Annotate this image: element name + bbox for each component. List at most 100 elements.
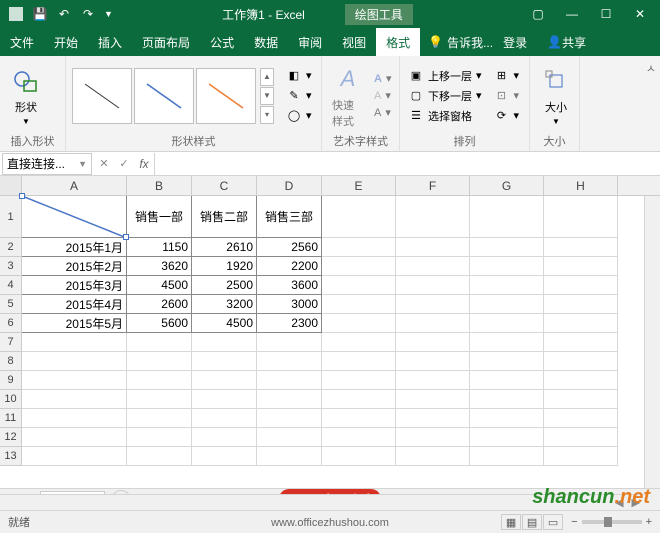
cell[interactable] <box>396 257 470 276</box>
cell[interactable] <box>396 390 470 409</box>
tab-layout[interactable]: 页面布局 <box>132 28 200 56</box>
view-pagebreak-icon[interactable]: ▭ <box>543 514 563 530</box>
tab-review[interactable]: 审阅 <box>288 28 332 56</box>
shape-style-3[interactable] <box>196 68 256 124</box>
cell[interactable]: 2015年3月 <box>22 276 127 295</box>
cell[interactable] <box>22 409 127 428</box>
row-header[interactable]: 9 <box>0 371 22 390</box>
cell[interactable] <box>544 295 618 314</box>
col-header-f[interactable]: F <box>396 176 470 195</box>
cell[interactable] <box>470 352 544 371</box>
tab-data[interactable]: 数据 <box>244 28 288 56</box>
cell[interactable] <box>544 314 618 333</box>
row-header[interactable]: 12 <box>0 428 22 447</box>
shape-style-1[interactable] <box>72 68 132 124</box>
cell[interactable] <box>470 447 544 466</box>
cell[interactable] <box>544 352 618 371</box>
cell[interactable]: 销售一部 <box>127 196 192 238</box>
cell[interactable] <box>192 333 257 352</box>
cell[interactable] <box>192 428 257 447</box>
cell[interactable] <box>396 238 470 257</box>
cell[interactable] <box>544 447 618 466</box>
cell[interactable]: 3620 <box>127 257 192 276</box>
row-header[interactable]: 10 <box>0 390 22 409</box>
cell[interactable] <box>322 196 396 238</box>
cell[interactable]: 2610 <box>192 238 257 257</box>
col-header-e[interactable]: E <box>322 176 396 195</box>
cell[interactable]: 2200 <box>257 257 322 276</box>
qat-dropdown-icon[interactable]: ▼ <box>104 9 113 19</box>
cell[interactable] <box>322 352 396 371</box>
cell[interactable] <box>192 371 257 390</box>
name-box[interactable]: 直接连接...▼ <box>2 153 92 175</box>
col-header-d[interactable]: D <box>257 176 322 195</box>
signin-button[interactable]: 登录 <box>493 28 537 56</box>
cell[interactable] <box>322 314 396 333</box>
col-header-g[interactable]: G <box>470 176 544 195</box>
zoom-control[interactable]: − + <box>571 516 652 528</box>
cell[interactable]: 5600 <box>127 314 192 333</box>
cell[interactable] <box>470 295 544 314</box>
col-header-a[interactable]: A <box>22 176 127 195</box>
cell[interactable] <box>257 371 322 390</box>
cell[interactable] <box>322 409 396 428</box>
vertical-scrollbar[interactable] <box>644 196 660 488</box>
selection-pane-button[interactable]: ☰选择窗格 <box>406 107 484 125</box>
redo-icon[interactable]: ↷ <box>80 6 96 22</box>
chevron-down-icon[interactable]: ▼ <box>78 159 87 169</box>
row-header[interactable]: 4 <box>0 276 22 295</box>
row-header[interactable]: 13 <box>0 447 22 466</box>
cell[interactable] <box>544 371 618 390</box>
cell[interactable]: 销售二部 <box>192 196 257 238</box>
cell[interactable] <box>322 276 396 295</box>
bring-forward-button[interactable]: ▣上移一层 ▾ <box>406 67 484 85</box>
gallery-up-icon[interactable]: ▲ <box>260 68 274 86</box>
cell[interactable] <box>544 409 618 428</box>
cell[interactable] <box>544 276 618 295</box>
cell[interactable] <box>470 196 544 238</box>
cell[interactable] <box>470 428 544 447</box>
rotate-button[interactable]: ⟳▾ <box>492 107 522 125</box>
cell[interactable] <box>544 257 618 276</box>
cells-area[interactable]: 销售一部 销售二部 销售三部 2015年1月115026102560 2015年… <box>22 196 618 466</box>
zoom-slider[interactable] <box>582 520 642 524</box>
cell[interactable]: 2560 <box>257 238 322 257</box>
cell[interactable] <box>396 409 470 428</box>
cell[interactable] <box>257 428 322 447</box>
cell[interactable] <box>396 196 470 238</box>
tab-formulas[interactable]: 公式 <box>200 28 244 56</box>
cell[interactable] <box>396 276 470 295</box>
cell[interactable] <box>127 371 192 390</box>
horizontal-scrollbar[interactable]: ◀▶ <box>0 494 644 510</box>
row-header[interactable]: 1 <box>0 196 22 238</box>
cell[interactable] <box>257 333 322 352</box>
cell[interactable] <box>396 447 470 466</box>
cell[interactable] <box>470 390 544 409</box>
cell[interactable] <box>22 447 127 466</box>
cell[interactable] <box>22 390 127 409</box>
cell[interactable] <box>322 390 396 409</box>
view-layout-icon[interactable]: ▤ <box>522 514 542 530</box>
cell[interactable] <box>470 333 544 352</box>
cell[interactable]: 3000 <box>257 295 322 314</box>
shape-fill-button[interactable]: ◧▾ <box>284 67 314 85</box>
cell[interactable]: 2015年2月 <box>22 257 127 276</box>
gallery-down-icon[interactable]: ▼ <box>260 87 274 105</box>
zoom-out-icon[interactable]: − <box>571 516 577 528</box>
cell[interactable]: 销售三部 <box>257 196 322 238</box>
cell[interactable] <box>192 390 257 409</box>
shape-outline-button[interactable]: ✎▾ <box>284 87 314 105</box>
cell[interactable] <box>470 238 544 257</box>
cell[interactable] <box>257 447 322 466</box>
group-button[interactable]: ⊡▾ <box>492 87 522 105</box>
cell[interactable] <box>22 352 127 371</box>
cell[interactable] <box>22 333 127 352</box>
cell[interactable] <box>396 333 470 352</box>
row-header[interactable]: 8 <box>0 352 22 371</box>
diagonal-line-shape[interactable] <box>22 196 127 238</box>
tab-insert[interactable]: 插入 <box>88 28 132 56</box>
col-header-b[interactable]: B <box>127 176 192 195</box>
row-header[interactable]: 5 <box>0 295 22 314</box>
enter-formula-icon[interactable]: ✓ <box>114 157 134 170</box>
formula-bar[interactable] <box>154 153 660 175</box>
